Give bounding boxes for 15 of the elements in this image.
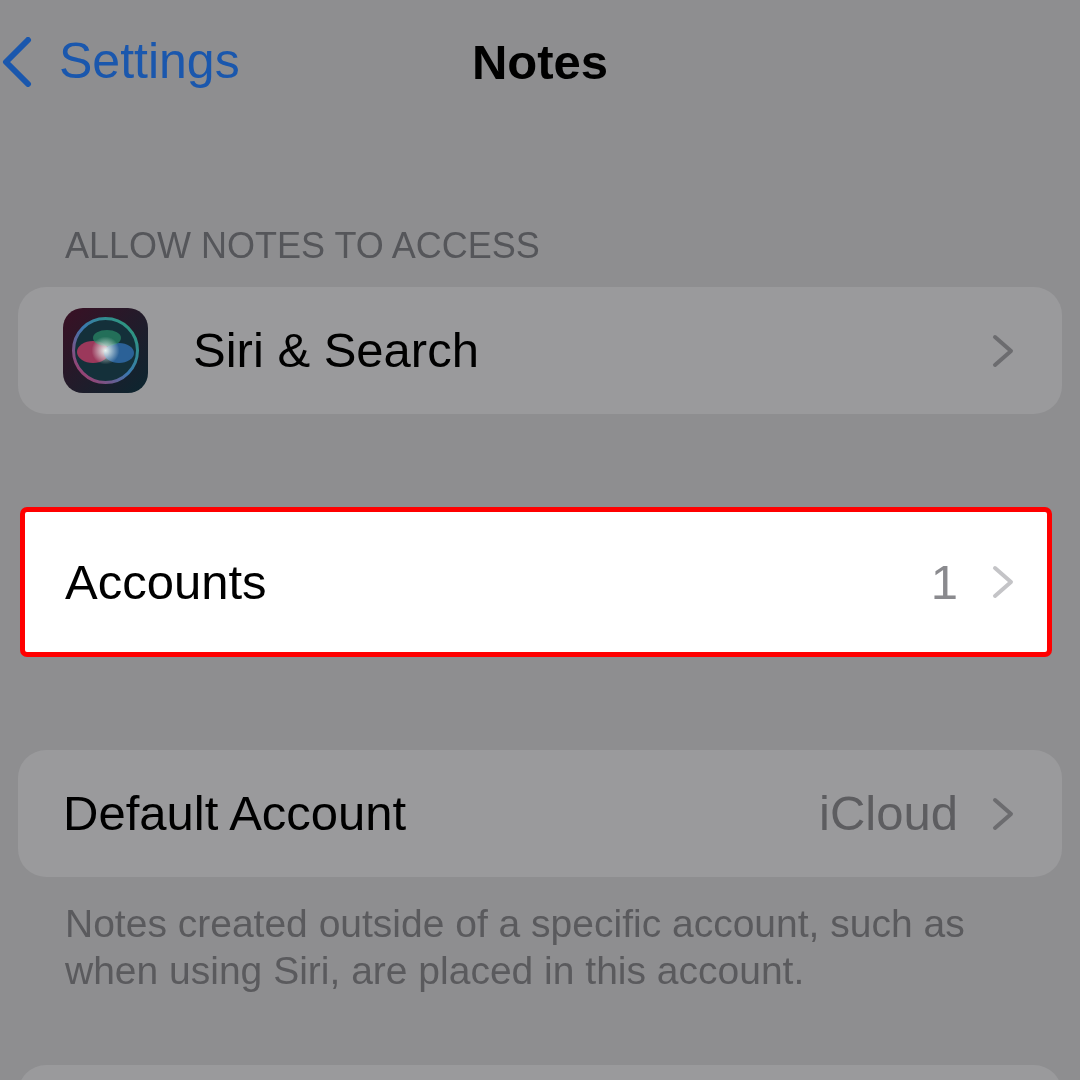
settings-row[interactable]: Accounts 1 — [20, 507, 1052, 657]
row-label: Siri & Search — [193, 322, 479, 379]
settings-row[interactable]: Default Account iCloud — [18, 750, 1062, 877]
section-header: ALLOW NOTES TO ACCESS — [64, 225, 541, 267]
chevron-icon — [991, 332, 1015, 369]
page-title: Notes — [471, 33, 609, 91]
settings-row[interactable]: Siri & Search — [18, 287, 1062, 414]
orb-app-icon — [63, 308, 148, 393]
chevron-icon — [991, 564, 1015, 600]
row-value: 1 — [930, 553, 958, 611]
row-value: iCloud — [819, 785, 958, 842]
row-label: Accounts — [65, 553, 267, 611]
chevron-icon — [991, 795, 1015, 832]
row-label: Default Account — [63, 785, 407, 842]
back-chevron-icon — [2, 37, 32, 87]
